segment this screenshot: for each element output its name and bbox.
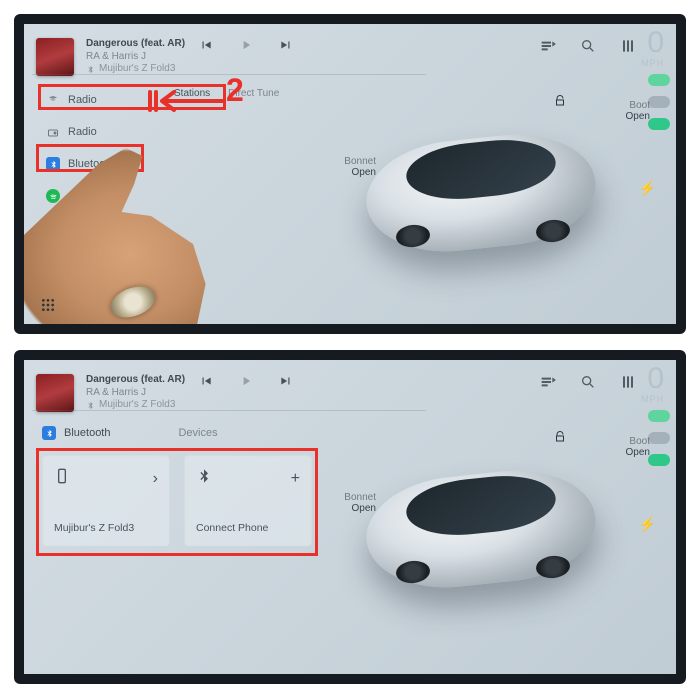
track-title: Dangerous (feat. AR) bbox=[86, 38, 185, 51]
equalizer-icon[interactable] bbox=[620, 38, 636, 54]
charge-icon: ⚡ bbox=[639, 516, 656, 533]
status-indicators bbox=[648, 74, 670, 130]
next-icon[interactable] bbox=[279, 38, 293, 52]
screenshot-panel-step2: Dangerous (feat. AR) RA & Harris J Mujib… bbox=[14, 350, 686, 684]
vehicle-visual: BootOpen BonnetOpen ⚡ bbox=[326, 436, 646, 636]
bluetooth-icon bbox=[42, 426, 56, 440]
track-artist: RA & Harris J bbox=[86, 51, 185, 64]
album-art[interactable] bbox=[36, 374, 74, 412]
search-icon[interactable] bbox=[580, 38, 596, 54]
annotation-arrow bbox=[144, 88, 224, 114]
playback-controls bbox=[199, 374, 293, 388]
status-chip-1 bbox=[648, 410, 670, 422]
annotation-highlight-cards bbox=[36, 448, 318, 556]
previous-icon[interactable] bbox=[199, 374, 213, 388]
status-chip-2 bbox=[648, 432, 670, 444]
boot-label: BootOpen bbox=[614, 436, 650, 458]
track-artist: RA & Harris J bbox=[86, 387, 185, 400]
media-right-controls bbox=[540, 38, 636, 54]
play-icon[interactable] bbox=[239, 374, 253, 388]
speed-value: 0 bbox=[641, 364, 664, 394]
play-icon[interactable] bbox=[239, 38, 253, 52]
spotify-icon bbox=[46, 189, 60, 203]
annotation-step-number: 2 bbox=[226, 72, 244, 109]
track-title: Dangerous (feat. AR) bbox=[86, 374, 185, 387]
album-art[interactable] bbox=[36, 38, 74, 76]
lock-icon[interactable] bbox=[554, 94, 566, 112]
bluetooth-icon bbox=[86, 65, 95, 74]
source-radio[interactable]: Radio bbox=[40, 120, 160, 144]
screenshot-panel-step1: Dangerous (feat. AR) RA & Harris J Mujib… bbox=[14, 14, 686, 334]
status-chip-2 bbox=[648, 96, 670, 108]
status-chip-3 bbox=[648, 454, 670, 466]
radio-icon bbox=[46, 125, 60, 139]
speed-unit: MPH bbox=[641, 394, 664, 404]
previous-icon[interactable] bbox=[199, 38, 213, 52]
bonnet-label: BonnetOpen bbox=[336, 492, 376, 514]
bluetooth-header-label: Bluetooth bbox=[64, 427, 110, 439]
app-launcher-button[interactable] bbox=[40, 297, 56, 318]
source-label: Radio bbox=[68, 126, 97, 138]
status-indicators bbox=[648, 410, 670, 466]
status-chip-1 bbox=[648, 74, 670, 86]
devices-tab-label[interactable]: Devices bbox=[178, 427, 217, 439]
bluetooth-page-header: Bluetooth Devices bbox=[42, 426, 218, 440]
equalizer-icon[interactable] bbox=[620, 374, 636, 390]
charge-icon: ⚡ bbox=[639, 180, 656, 197]
lock-icon[interactable] bbox=[554, 430, 566, 448]
speed-value: 0 bbox=[641, 28, 664, 58]
vehicle-visual: BootOpen BonnetOpen ⚡ bbox=[326, 100, 646, 300]
status-chip-3 bbox=[648, 118, 670, 130]
speedometer: 0 MPH bbox=[641, 364, 664, 404]
bluetooth-icon bbox=[86, 401, 95, 410]
bonnet-label: BonnetOpen bbox=[336, 156, 376, 178]
search-icon[interactable] bbox=[580, 374, 596, 390]
media-right-controls bbox=[540, 374, 636, 390]
boot-label: BootOpen bbox=[614, 100, 650, 122]
next-icon[interactable] bbox=[279, 374, 293, 388]
speed-unit: MPH bbox=[641, 58, 664, 68]
playback-controls bbox=[199, 38, 293, 52]
speedometer: 0 MPH bbox=[641, 28, 664, 68]
queue-icon[interactable] bbox=[540, 374, 556, 390]
queue-icon[interactable] bbox=[540, 38, 556, 54]
